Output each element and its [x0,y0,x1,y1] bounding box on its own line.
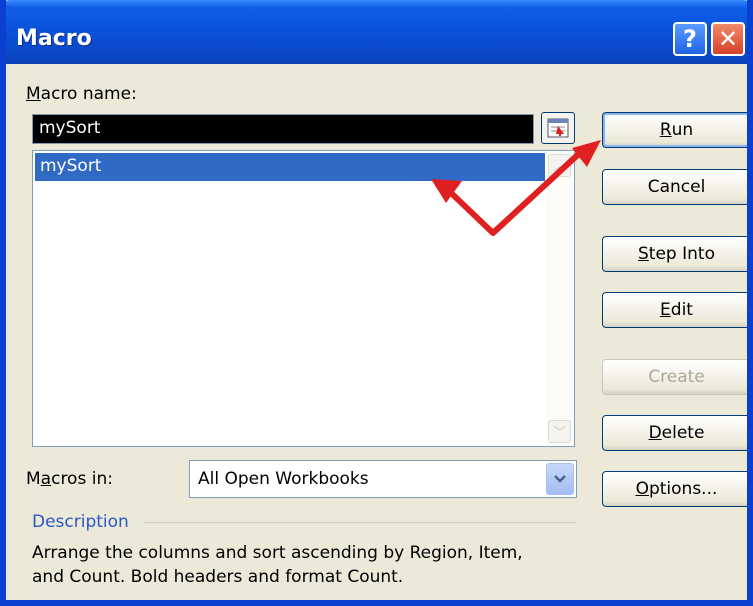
list-item[interactable]: mySort [35,153,545,181]
macros-in-label-accesskey: a [40,469,52,489]
step-into-label-post: tep Into [648,244,715,264]
cancel-button[interactable]: Cancel [602,169,747,205]
run-label-post: un [671,120,694,140]
chevron-up-icon: ︿ [553,159,566,173]
window-title: Macro [16,26,92,51]
step-into-button[interactable]: Step Into [602,236,747,272]
macro-dialog: Macro ? ✕ Macro name: mySort mySort ︿ ﹀ … [0,0,753,606]
delete-label-accesskey: D [648,423,662,443]
chevron-down-icon: ﹀ [553,425,566,439]
delete-button[interactable]: Delete [602,415,747,451]
options-label-post: ptions... [648,479,718,499]
chevron-down-icon [554,475,566,483]
description-heading: Description [32,512,129,532]
edit-label-post: dit [670,300,693,320]
list-scrollbar[interactable]: ︿ ﹀ [546,152,573,445]
edit-button[interactable]: Edit [602,292,747,328]
description-line-1: Arrange the columns and sort ascending b… [32,543,523,563]
edit-label-accesskey: E [660,300,671,320]
range-selector-button[interactable] [541,112,575,144]
create-button[interactable]: Create [602,359,747,395]
scroll-down-button[interactable]: ﹀ [548,420,571,443]
options-button[interactable]: Options... [602,471,747,507]
macro-name-value: mySort [39,118,101,138]
macro-name-input[interactable]: mySort [32,114,534,144]
macro-name-label-text: acro name: [40,84,137,104]
macros-in-select[interactable]: All Open Workbooks [189,460,577,498]
description-line-2: and Count. Bold headers and format Count… [32,567,404,587]
help-icon: ? [683,25,697,53]
description-divider [144,522,577,523]
macro-name-label: Macro name: [26,84,137,104]
scroll-up-button[interactable]: ︿ [548,154,571,177]
list-item-label: mySort [40,156,102,176]
cancel-label: Cancel [647,177,706,197]
step-into-label-accesskey: S [638,244,649,264]
options-label-accesskey: O [635,479,649,499]
delete-label-post: elete [661,423,705,443]
create-label: Create [648,367,705,387]
macros-in-dropdown-button[interactable] [546,463,574,495]
help-button[interactable]: ? [673,22,707,56]
macro-list[interactable]: mySort ︿ ﹀ [32,150,575,447]
title-bar: Macro ? ✕ [6,0,747,64]
run-button[interactable]: Run [602,112,747,148]
range-selector-icon [547,118,569,138]
macro-name-label-accesskey: M [26,84,41,104]
macros-in-label-post: cros in: [51,469,113,489]
close-icon: ✕ [717,25,739,53]
macros-in-label: Macros in: [26,469,113,489]
description-text: Arrange the columns and sort ascending b… [32,541,572,589]
run-label-accesskey: R [659,120,672,140]
macros-in-value: All Open Workbooks [198,469,369,489]
macros-in-label-pre: M [26,469,41,489]
close-button[interactable]: ✕ [711,22,745,56]
